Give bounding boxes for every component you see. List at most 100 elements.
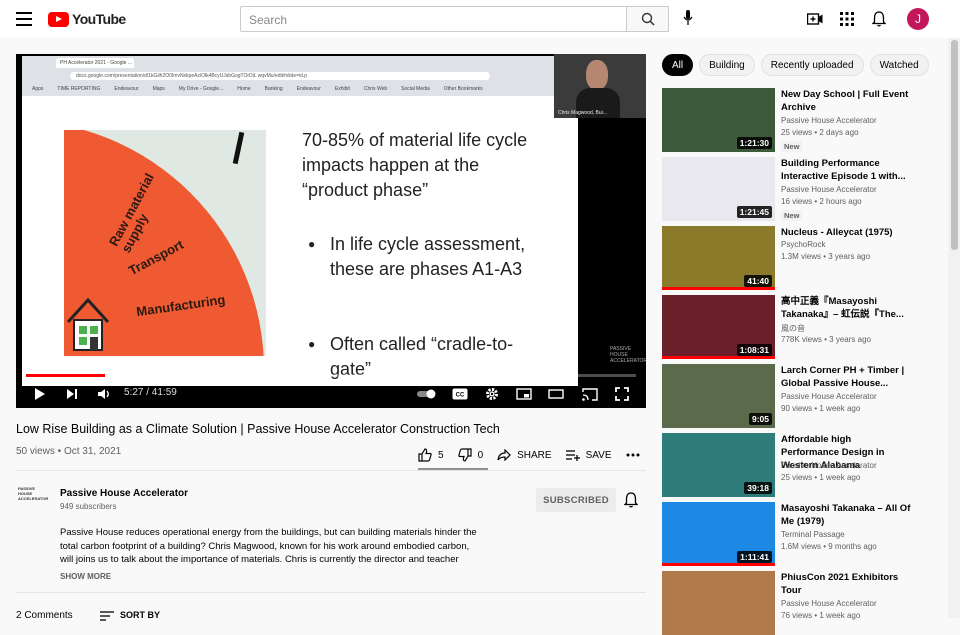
- recommendation-channel[interactable]: Passive House Accelerator: [781, 599, 877, 608]
- progress-fill: [26, 374, 106, 377]
- sort-label: SORT BY: [120, 610, 161, 620]
- recommendation-title[interactable]: Nucleus - Alleycat (1975): [781, 226, 911, 239]
- bookmark-item: Home: [237, 86, 251, 92]
- channel-bell-icon[interactable]: [623, 492, 639, 513]
- recommendation-item[interactable]: 1:21:30 New Day School | Full Event Archi…: [662, 88, 942, 152]
- recommendation-item[interactable]: 1:21:45 Building Performance Interactive …: [662, 157, 942, 221]
- search-button[interactable]: [626, 6, 669, 32]
- volume-icon[interactable]: [96, 386, 112, 402]
- video-player[interactable]: PH Accelerator 2021 - Google ... docs.go…: [16, 54, 646, 408]
- recommendation-title[interactable]: PhiusCon 2021 Exhibitors Tour: [781, 571, 911, 597]
- recommendation-channel[interactable]: Passive House Accelerator: [781, 116, 877, 125]
- recommendation-item[interactable]: 1:08:31 高中正義『Masayoshi Takanaka』– 虹伝説『The…: [662, 295, 942, 359]
- scrollbar-thumb[interactable]: [951, 40, 958, 250]
- thumbs-up-icon: [418, 448, 432, 462]
- next-icon[interactable]: [64, 386, 80, 402]
- video-thumbnail[interactable]: 1:21:30: [662, 88, 775, 152]
- chip-recently-uploaded[interactable]: Recently uploaded: [760, 54, 864, 76]
- recommendation-title[interactable]: Masayoshi Takanaka – All Of Me (1979): [781, 502, 911, 528]
- bookmark-item: My Drive - Google...: [178, 86, 224, 92]
- channel-name[interactable]: Passive House Accelerator: [60, 488, 188, 499]
- recommendation-title[interactable]: 高中正義『Masayoshi Takanaka』– 虹伝説『The...: [781, 295, 911, 321]
- video-thumbnail[interactable]: 9:05: [662, 364, 775, 428]
- recommendation-item[interactable]: 1:11:41 Masayoshi Takanaka – All Of Me (1…: [662, 502, 942, 566]
- settings-gear-icon[interactable]: [484, 386, 500, 402]
- filter-chips: All Building Recently uploaded Watched: [662, 54, 929, 76]
- duration-badge: 1:21:45: [736, 206, 772, 218]
- youtube-logo[interactable]: YouTube: [48, 11, 126, 27]
- autoplay-toggle[interactable]: [416, 386, 438, 402]
- channel-avatar[interactable]: PASSIVE HOUSE ACCELERATOR: [18, 486, 48, 512]
- youtube-play-icon: [48, 11, 69, 27]
- recommendation-item[interactable]: PhiusCon 2021 Exhibitors Tour Passive Hou…: [662, 571, 942, 635]
- save-button[interactable]: SAVE: [565, 449, 612, 461]
- recommendation-channel[interactable]: Passive House Accelerator: [781, 392, 877, 401]
- cast-icon[interactable]: [582, 386, 598, 402]
- recommendation-item[interactable]: 9:05 Larch Corner PH + Timber | Global Pa…: [662, 364, 942, 428]
- more-actions-icon[interactable]: [626, 453, 640, 457]
- save-label: SAVE: [585, 449, 612, 461]
- share-icon: [497, 449, 511, 461]
- show-more-button[interactable]: SHOW MORE: [60, 572, 111, 581]
- svg-text:CC: CC: [456, 393, 465, 399]
- menu-icon[interactable]: [16, 12, 32, 26]
- video-thumbnail[interactable]: [662, 571, 775, 635]
- recommendation-title[interactable]: Larch Corner PH + Timber | Global Passiv…: [781, 364, 911, 390]
- chip-watched[interactable]: Watched: [869, 54, 929, 76]
- shared-screen-browser-bar: PH Accelerator 2021 - Google ... docs.go…: [22, 56, 556, 96]
- captions-icon[interactable]: CC: [452, 386, 468, 402]
- bookmark-item: Chris Web: [363, 86, 388, 92]
- like-button[interactable]: 5: [418, 448, 444, 462]
- duration-badge: 1:08:31: [736, 344, 772, 356]
- chip-all[interactable]: All: [662, 54, 694, 76]
- dislike-count: 0: [477, 449, 484, 461]
- house-icon: [66, 297, 110, 351]
- theater-mode-icon[interactable]: [548, 386, 564, 402]
- video-thumbnail[interactable]: 41:40: [662, 226, 775, 290]
- dislike-button[interactable]: 0: [457, 448, 484, 462]
- recommendation-meta: 778K views • 3 years ago: [781, 335, 871, 344]
- recommendation-item[interactable]: 39:18 Affordable high Performance Design …: [662, 433, 942, 497]
- recommendation-channel[interactable]: Terminal Passage: [781, 530, 845, 539]
- comment-count: 2 Comments: [16, 610, 73, 621]
- recommendation-title[interactable]: Building Performance Interactive Episode…: [781, 157, 911, 183]
- watched-progress-bar: [662, 563, 775, 566]
- add-to-playlist-icon: [565, 450, 580, 461]
- divider: [16, 592, 646, 593]
- watched-progress-bar: [662, 356, 775, 359]
- play-icon[interactable]: [32, 386, 48, 402]
- recommendation-title[interactable]: New Day School | Full Event Archive: [781, 88, 911, 114]
- notifications-bell-icon[interactable]: [869, 9, 889, 29]
- recommendation-item[interactable]: 41:40 Nucleus - Alleycat (1975) PsychoRock…: [662, 226, 942, 290]
- miniplayer-icon[interactable]: [516, 386, 532, 402]
- presenter-head: [586, 60, 608, 90]
- user-avatar[interactable]: J: [907, 8, 929, 30]
- bookmark-item: Banking: [264, 86, 283, 92]
- recommendation-channel[interactable]: 風の音: [781, 323, 805, 334]
- create-video-icon[interactable]: [805, 9, 825, 29]
- progress-bar[interactable]: [26, 374, 636, 377]
- recommendation-channel[interactable]: PsychoRock: [781, 240, 825, 249]
- video-thumbnail[interactable]: 1:08:31: [662, 295, 775, 359]
- fullscreen-icon[interactable]: [614, 386, 630, 402]
- chip-building[interactable]: Building: [699, 54, 755, 76]
- apps-grid-icon[interactable]: [837, 9, 857, 29]
- subscriber-count: 949 subscribers: [60, 502, 117, 511]
- webcam-overlay: Chris Magwood, Bui...: [554, 54, 646, 118]
- video-thumbnail[interactable]: 1:21:45: [662, 157, 775, 221]
- subscribed-button[interactable]: SUBSCRIBED: [536, 488, 616, 512]
- duration-badge: 1:11:41: [737, 551, 772, 563]
- bookmark-item: TIME REPORTING: [57, 86, 101, 92]
- slide-bullet: In life cycle assessment, these are phas…: [308, 232, 548, 282]
- search-input[interactable]: Search: [240, 6, 626, 32]
- mic-icon[interactable]: [680, 10, 696, 28]
- video-thumbnail[interactable]: 39:18: [662, 433, 775, 497]
- sort-icon: [100, 610, 114, 621]
- sort-by-button[interactable]: SORT BY: [100, 610, 160, 621]
- video-thumbnail[interactable]: 1:11:41: [662, 502, 775, 566]
- new-badge: New: [781, 141, 803, 152]
- recommendation-channel[interactable]: Passive House Accelerator: [781, 185, 877, 194]
- recommendation-channel[interactable]: Passive House Accelerator: [781, 461, 877, 470]
- bookmark-item: Other Bookmarks: [443, 86, 483, 92]
- share-button[interactable]: SHARE: [497, 449, 552, 461]
